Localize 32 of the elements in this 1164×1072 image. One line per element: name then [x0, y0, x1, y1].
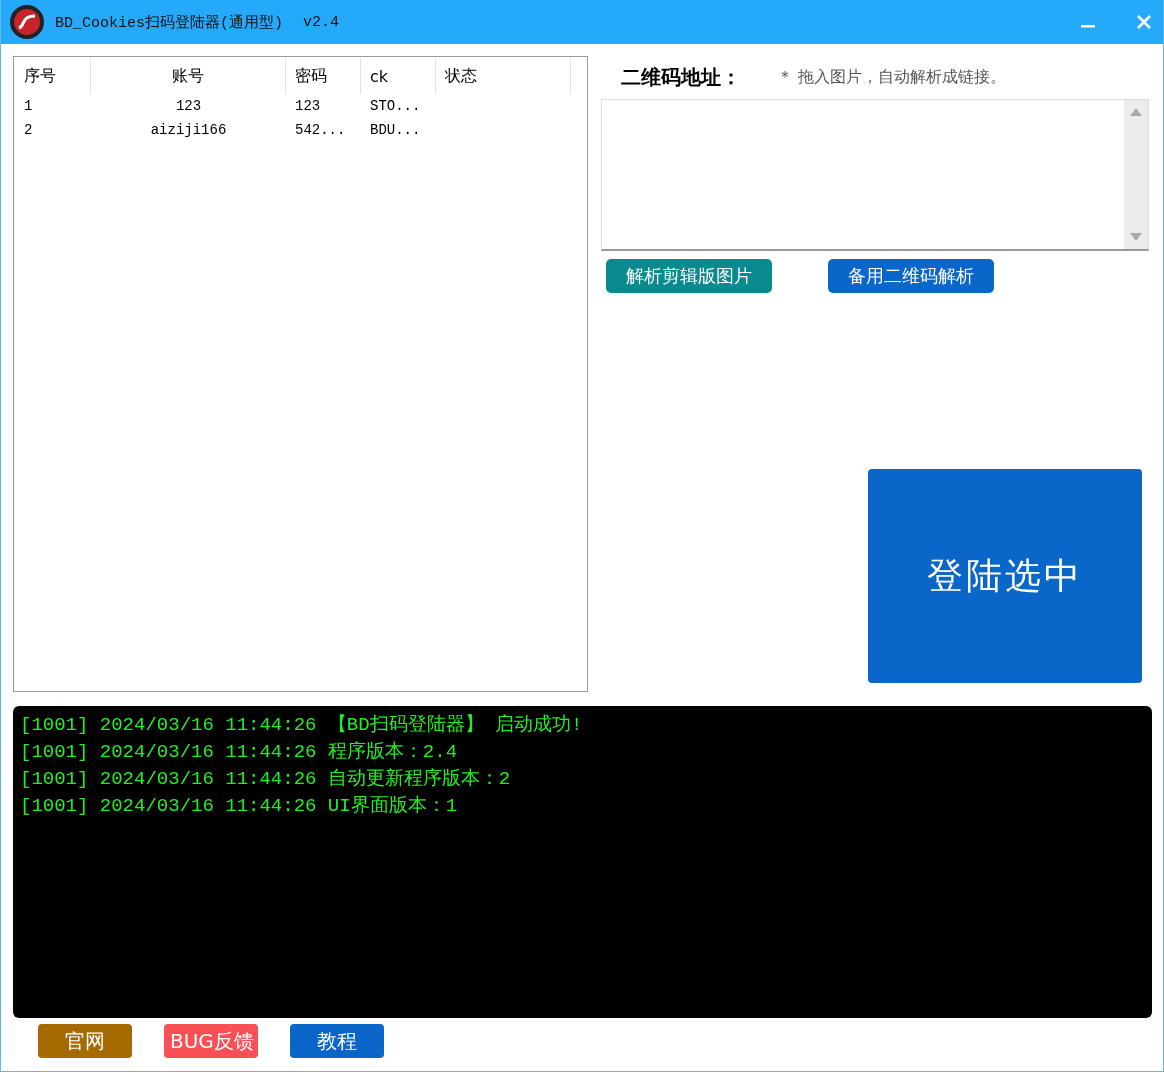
log-line: [1001] 2024/03/16 11:44:26 自动更新程序版本：2	[20, 767, 512, 792]
footer-link-button[interactable]: 官网	[38, 1024, 132, 1058]
scroll-down-icon[interactable]	[1130, 233, 1142, 241]
table-cell-text: 123	[294, 97, 322, 116]
window-title: BD_Cookies扫码登陆器(通用型)	[55, 13, 284, 32]
column-header[interactable]: ck	[361, 58, 436, 94]
footer-link-button[interactable]: BUG反馈	[164, 1024, 258, 1058]
column-header[interactable]: 账号	[91, 58, 286, 94]
log-line: [1001] 2024/03/16 11:44:26 【BD扫码登陆器】 启动成功!	[20, 713, 584, 738]
hint-text: ＊ 拖入图片，自动解析成链接。	[777, 66, 1007, 88]
column-header[interactable]: 序号	[15, 58, 91, 94]
log-line: [1001] 2024/03/16 11:44:26 UI界面版本：1	[20, 794, 459, 819]
login-selected-button[interactable]: 登陆选中	[868, 469, 1142, 683]
table-cell-text: 542...	[294, 121, 347, 140]
parse-button[interactable]: 解析剪辑版图片	[606, 259, 772, 293]
app-logo-icon	[9, 4, 45, 40]
column-header[interactable]: 状态	[436, 58, 571, 94]
parse-button[interactable]: 备用二维码解析	[828, 259, 994, 293]
qr-url-textarea[interactable]	[601, 99, 1149, 251]
log-line: [1001] 2024/03/16 11:44:26 程序版本：2.4	[20, 740, 459, 765]
footer-link-button[interactable]: 教程	[290, 1024, 384, 1058]
table-cell-text: aiziji166	[149, 121, 228, 140]
table-cell-text: 2	[23, 121, 34, 140]
table-cell-text: STO...	[369, 97, 422, 116]
column-header[interactable]: 密码	[286, 58, 361, 94]
version-label: v2.4	[303, 13, 340, 31]
table-cell-text: BDU...	[369, 121, 422, 140]
qr-url-label: 二维码地址：	[621, 63, 741, 91]
scrollbar[interactable]	[1124, 100, 1148, 249]
scroll-up-icon[interactable]	[1130, 108, 1142, 116]
table-cell-text: 1	[23, 97, 34, 116]
table-cell-text: 123	[174, 97, 203, 116]
